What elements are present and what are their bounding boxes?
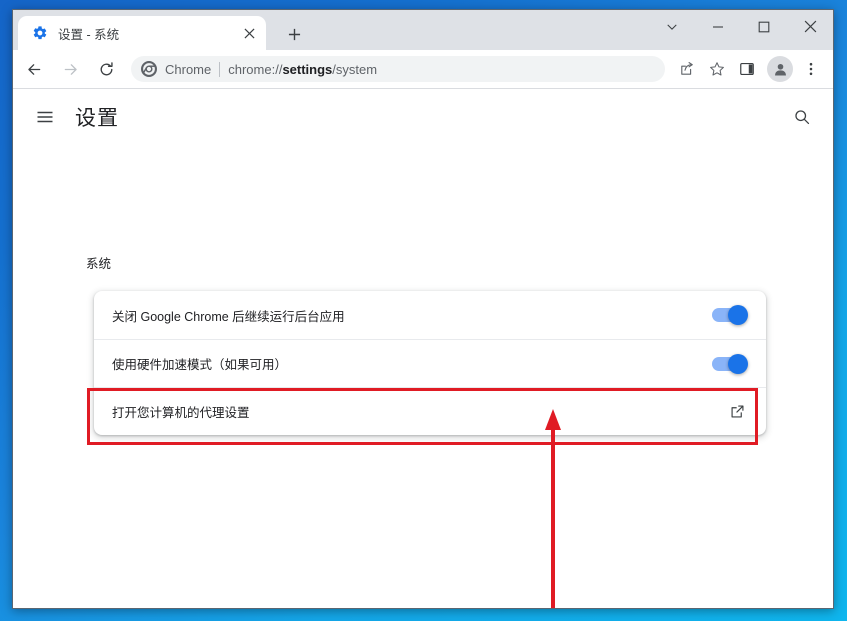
forward-button [55, 54, 85, 84]
url-host: settings [282, 61, 333, 77]
row-label: 关闭 Google Chrome 后继续运行后台应用 [112, 309, 345, 324]
page-title: 设置 [75, 107, 119, 130]
share-button[interactable] [673, 55, 701, 83]
plus-icon [288, 28, 300, 40]
new-tab-button[interactable] [281, 21, 307, 47]
bookmark-button[interactable] [703, 55, 731, 83]
row-label: 使用硬件加速模式（如果可用） [112, 358, 288, 372]
toggle-knob [728, 353, 748, 374]
chrome-browser-window: 设置 - 系统 Chrome chrome://settings/system … [12, 9, 834, 609]
settings-row-proxy-settings[interactable]: 打开您计算机的代理设置 [94, 387, 766, 435]
settings-search-button[interactable] [789, 104, 815, 130]
back-arrow-icon [27, 63, 40, 75]
close-window-button[interactable] [787, 10, 833, 43]
address-bar[interactable]: Chrome chrome://settings/system [131, 56, 665, 82]
open-proxy-settings-button[interactable] [728, 403, 746, 421]
minimize-button[interactable] [695, 10, 741, 43]
url-prefix: chrome:// [228, 61, 283, 77]
section-title: 系统 [86, 257, 112, 271]
profile-avatar-button[interactable] [767, 56, 793, 82]
browser-tab[interactable]: 设置 - 系统 [18, 16, 266, 50]
settings-page-header: 设置 [13, 89, 833, 145]
chrome-logo-icon [141, 61, 157, 77]
browser-menu-button[interactable] [797, 55, 825, 83]
settings-row-hardware-acceleration[interactable]: 使用硬件加速模式（如果可用） [94, 339, 766, 387]
forward-arrow-icon [64, 63, 77, 75]
external-link-icon [731, 405, 743, 418]
maximize-button[interactable] [741, 10, 787, 43]
settings-card: 关闭 Google Chrome 后继续运行后台应用 使用硬件加速模式（如果可用… [94, 291, 766, 435]
browser-toolbar: Chrome chrome://settings/system [13, 50, 833, 89]
maximize-icon [758, 21, 770, 32]
side-panel-button[interactable] [733, 55, 761, 83]
settings-row-background-apps[interactable]: 关闭 Google Chrome 后继续运行后台应用 [94, 291, 766, 339]
three-dot-menu-icon [809, 62, 813, 76]
omnibox-scheme-label: Chrome [165, 61, 212, 77]
reload-button[interactable] [91, 54, 121, 84]
close-icon [804, 20, 816, 33]
close-icon [243, 27, 255, 39]
hamburger-menu-button[interactable] [32, 104, 58, 130]
hamburger-menu-icon [37, 111, 53, 123]
omnibox-url-text: chrome://settings/system [228, 62, 377, 77]
omnibox-divider [219, 61, 221, 77]
annotation-arrow-up [545, 409, 561, 608]
background-apps-toggle[interactable] [712, 305, 748, 325]
row-label: 打开您计算机的代理设置 [112, 406, 250, 420]
url-path: /system [332, 61, 378, 77]
profile-avatar-icon [774, 63, 786, 75]
star-icon [710, 62, 724, 76]
toggle-knob [728, 305, 748, 325]
settings-page: 设置 系统 关闭 Google Chrome 后继续运行后台应用 使用硬件加速模… [13, 89, 833, 608]
window-controls [649, 10, 833, 43]
tab-search-button[interactable] [649, 10, 695, 43]
share-icon [681, 62, 693, 75]
back-button[interactable] [19, 54, 49, 84]
tab-close-button[interactable] [238, 22, 260, 44]
reload-icon [100, 61, 113, 75]
hardware-acceleration-toggle[interactable] [712, 353, 748, 374]
tab-title: 设置 - 系统 [58, 27, 120, 42]
settings-gear-icon [33, 26, 47, 40]
search-icon [795, 110, 810, 125]
minimize-icon [713, 25, 723, 28]
tab-strip: 设置 - 系统 [13, 10, 833, 50]
side-panel-icon [740, 62, 754, 76]
chevron-down-icon [667, 23, 677, 30]
